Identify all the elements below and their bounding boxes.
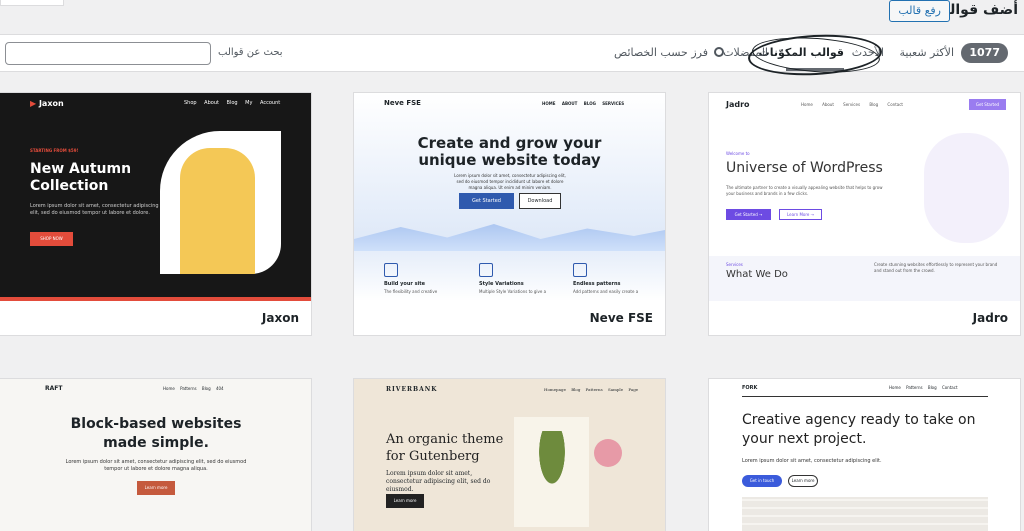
- brick-wall-image: [742, 497, 988, 531]
- flower-illustration: [594, 439, 622, 467]
- theme-card-raft[interactable]: RAFT Home Patterns Blog 404 Block-based …: [0, 378, 312, 531]
- tab-popular[interactable]: الأكثر شعبية: [899, 46, 954, 59]
- theme-preview-button: Learn more: [386, 494, 424, 508]
- theme-nav: HOME ABOUT BLOG SERVICES: [542, 101, 625, 106]
- theme-headline: Block-based websites made simple.: [70, 416, 242, 451]
- header-divider: [742, 396, 988, 397]
- theme-nav: Home Patterns Blog 404: [163, 386, 224, 391]
- theme-screenshot: Neve FSE HOME ABOUT BLOG SERVICES Create…: [354, 93, 665, 301]
- section-eyebrow: Services: [726, 262, 743, 267]
- theme-secondary-button: Download: [519, 193, 561, 209]
- feature-filter-label: فرز حسب الخصائص: [614, 46, 708, 59]
- theme-screenshot: ▶ Jaxon Shop About Blog My Account START…: [0, 93, 311, 301]
- search-label: بحث عن قوالب: [218, 47, 283, 58]
- theme-headline: Universe of WordPress: [726, 160, 883, 176]
- theme-name: Jaxon: [261, 311, 299, 325]
- theme-card-jadro[interactable]: Jadro Home About Services Blog Contact G…: [708, 92, 1021, 336]
- theme-tagline: STARTING FROM $59!: [30, 148, 79, 153]
- upload-theme-button[interactable]: رفع قالب: [889, 0, 950, 22]
- theme-nav: Home About Services Blog Contact: [801, 102, 903, 107]
- theme-screenshot: RIVERBANK Homepage Blog Patterns Sample …: [354, 379, 665, 531]
- feature-item: Style Variations Multiple Style Variation…: [479, 263, 559, 295]
- top-header: أضف قوالب رفع قالب: [0, 0, 1024, 34]
- section-title: What We Do: [726, 269, 788, 280]
- theme-text: Lorem ipsum dolor sit amet, consectetur …: [742, 458, 882, 464]
- feature-icon: [479, 263, 493, 277]
- screen-options-tab[interactable]: [0, 0, 64, 6]
- feature-icon: [384, 263, 398, 277]
- theme-card-fork[interactable]: FORK Home Patterns Blog Contact Creative…: [708, 378, 1021, 531]
- theme-primary-button: Get Started: [459, 193, 514, 209]
- theme-filter-bar: 1077 الأكثر شعبية الأحدث قوالب المكوّنات…: [0, 31, 1024, 79]
- feature-item: Endless patterns Add patterns and easily …: [573, 263, 653, 295]
- theme-logo: ▶ Jaxon: [30, 99, 64, 108]
- theme-eyebrow: Welcome to: [726, 151, 750, 156]
- theme-text: Lorem ipsum dolor sit amet, consectetur …: [386, 470, 491, 493]
- theme-logo: RIVERBANK: [386, 386, 438, 393]
- section-text: Create stunning websites effortlessly to…: [874, 262, 998, 273]
- theme-text: Lorem ipsum dolor sit amet, consectetur …: [65, 459, 247, 472]
- theme-primary-button: Get Started →: [726, 209, 771, 220]
- theme-nav: Homepage Blog Patterns Sample Page: [544, 387, 639, 392]
- theme-text: The ultimate partner to create a visuall…: [726, 185, 883, 196]
- services-section: Services What We Do Create stunning webs…: [709, 256, 1020, 301]
- theme-preview-button: SHOP NOW: [30, 232, 73, 246]
- theme-headline: New Autumn Collection: [30, 161, 132, 194]
- theme-card-neve-fse[interactable]: Neve FSE HOME ABOUT BLOG SERVICES Create…: [353, 92, 666, 336]
- theme-primary-button: Get in touch: [742, 475, 782, 487]
- theme-headline: Create and grow your unique website today: [417, 134, 602, 169]
- theme-screenshot: RAFT Home Patterns Blog 404 Block-based …: [0, 379, 311, 531]
- theme-nav-button: Get Started: [969, 99, 1006, 110]
- feature-item: Build your site The flexibility and creat…: [384, 263, 464, 295]
- theme-headline: Creative agency ready to take on your ne…: [742, 412, 976, 447]
- theme-nav: Home Patterns Blog Contact: [889, 385, 958, 390]
- accent-bar: [0, 297, 311, 301]
- feature-icon: [573, 263, 587, 277]
- theme-screenshot: Jadro Home About Services Blog Contact G…: [709, 93, 1020, 301]
- palm-illustration: [532, 431, 572, 501]
- hero-person-image: [180, 148, 255, 274]
- theme-headline: An organic theme for Gutenberg: [386, 432, 504, 464]
- theme-preview-button: Learn more: [137, 481, 175, 495]
- theme-logo: Neve FSE: [384, 99, 421, 107]
- theme-logo: FORK: [742, 385, 758, 391]
- theme-nav: Shop About Blog My Account: [184, 100, 281, 106]
- theme-text: Lorem ipsum dolor sit amet, consectetur …: [30, 203, 159, 216]
- theme-name: Jadro: [972, 311, 1008, 325]
- theme-card-riverbank[interactable]: RIVERBANK Homepage Blog Patterns Sample …: [353, 378, 666, 531]
- theme-secondary-button: Learn More →: [779, 209, 822, 220]
- gear-icon: [714, 47, 725, 57]
- theme-name: Neve FSE: [589, 311, 653, 325]
- theme-text: Lorem ipsum dolor sit amet, consectetur …: [454, 173, 566, 190]
- theme-screenshot: FORK Home Patterns Blog Contact Creative…: [709, 379, 1020, 531]
- theme-logo: Jadro: [726, 100, 750, 109]
- theme-card-jaxon[interactable]: ▶ Jaxon Shop About Blog My Account START…: [0, 92, 312, 336]
- feature-filter-button[interactable]: فرز حسب الخصائص: [614, 46, 725, 59]
- search-themes-input[interactable]: [5, 42, 211, 65]
- mountain-illustration: [354, 224, 665, 251]
- theme-count-badge: 1077: [961, 43, 1008, 63]
- theme-logo: RAFT: [45, 385, 63, 392]
- hero-image: [924, 133, 1009, 243]
- theme-secondary-button: Learn more: [788, 475, 818, 487]
